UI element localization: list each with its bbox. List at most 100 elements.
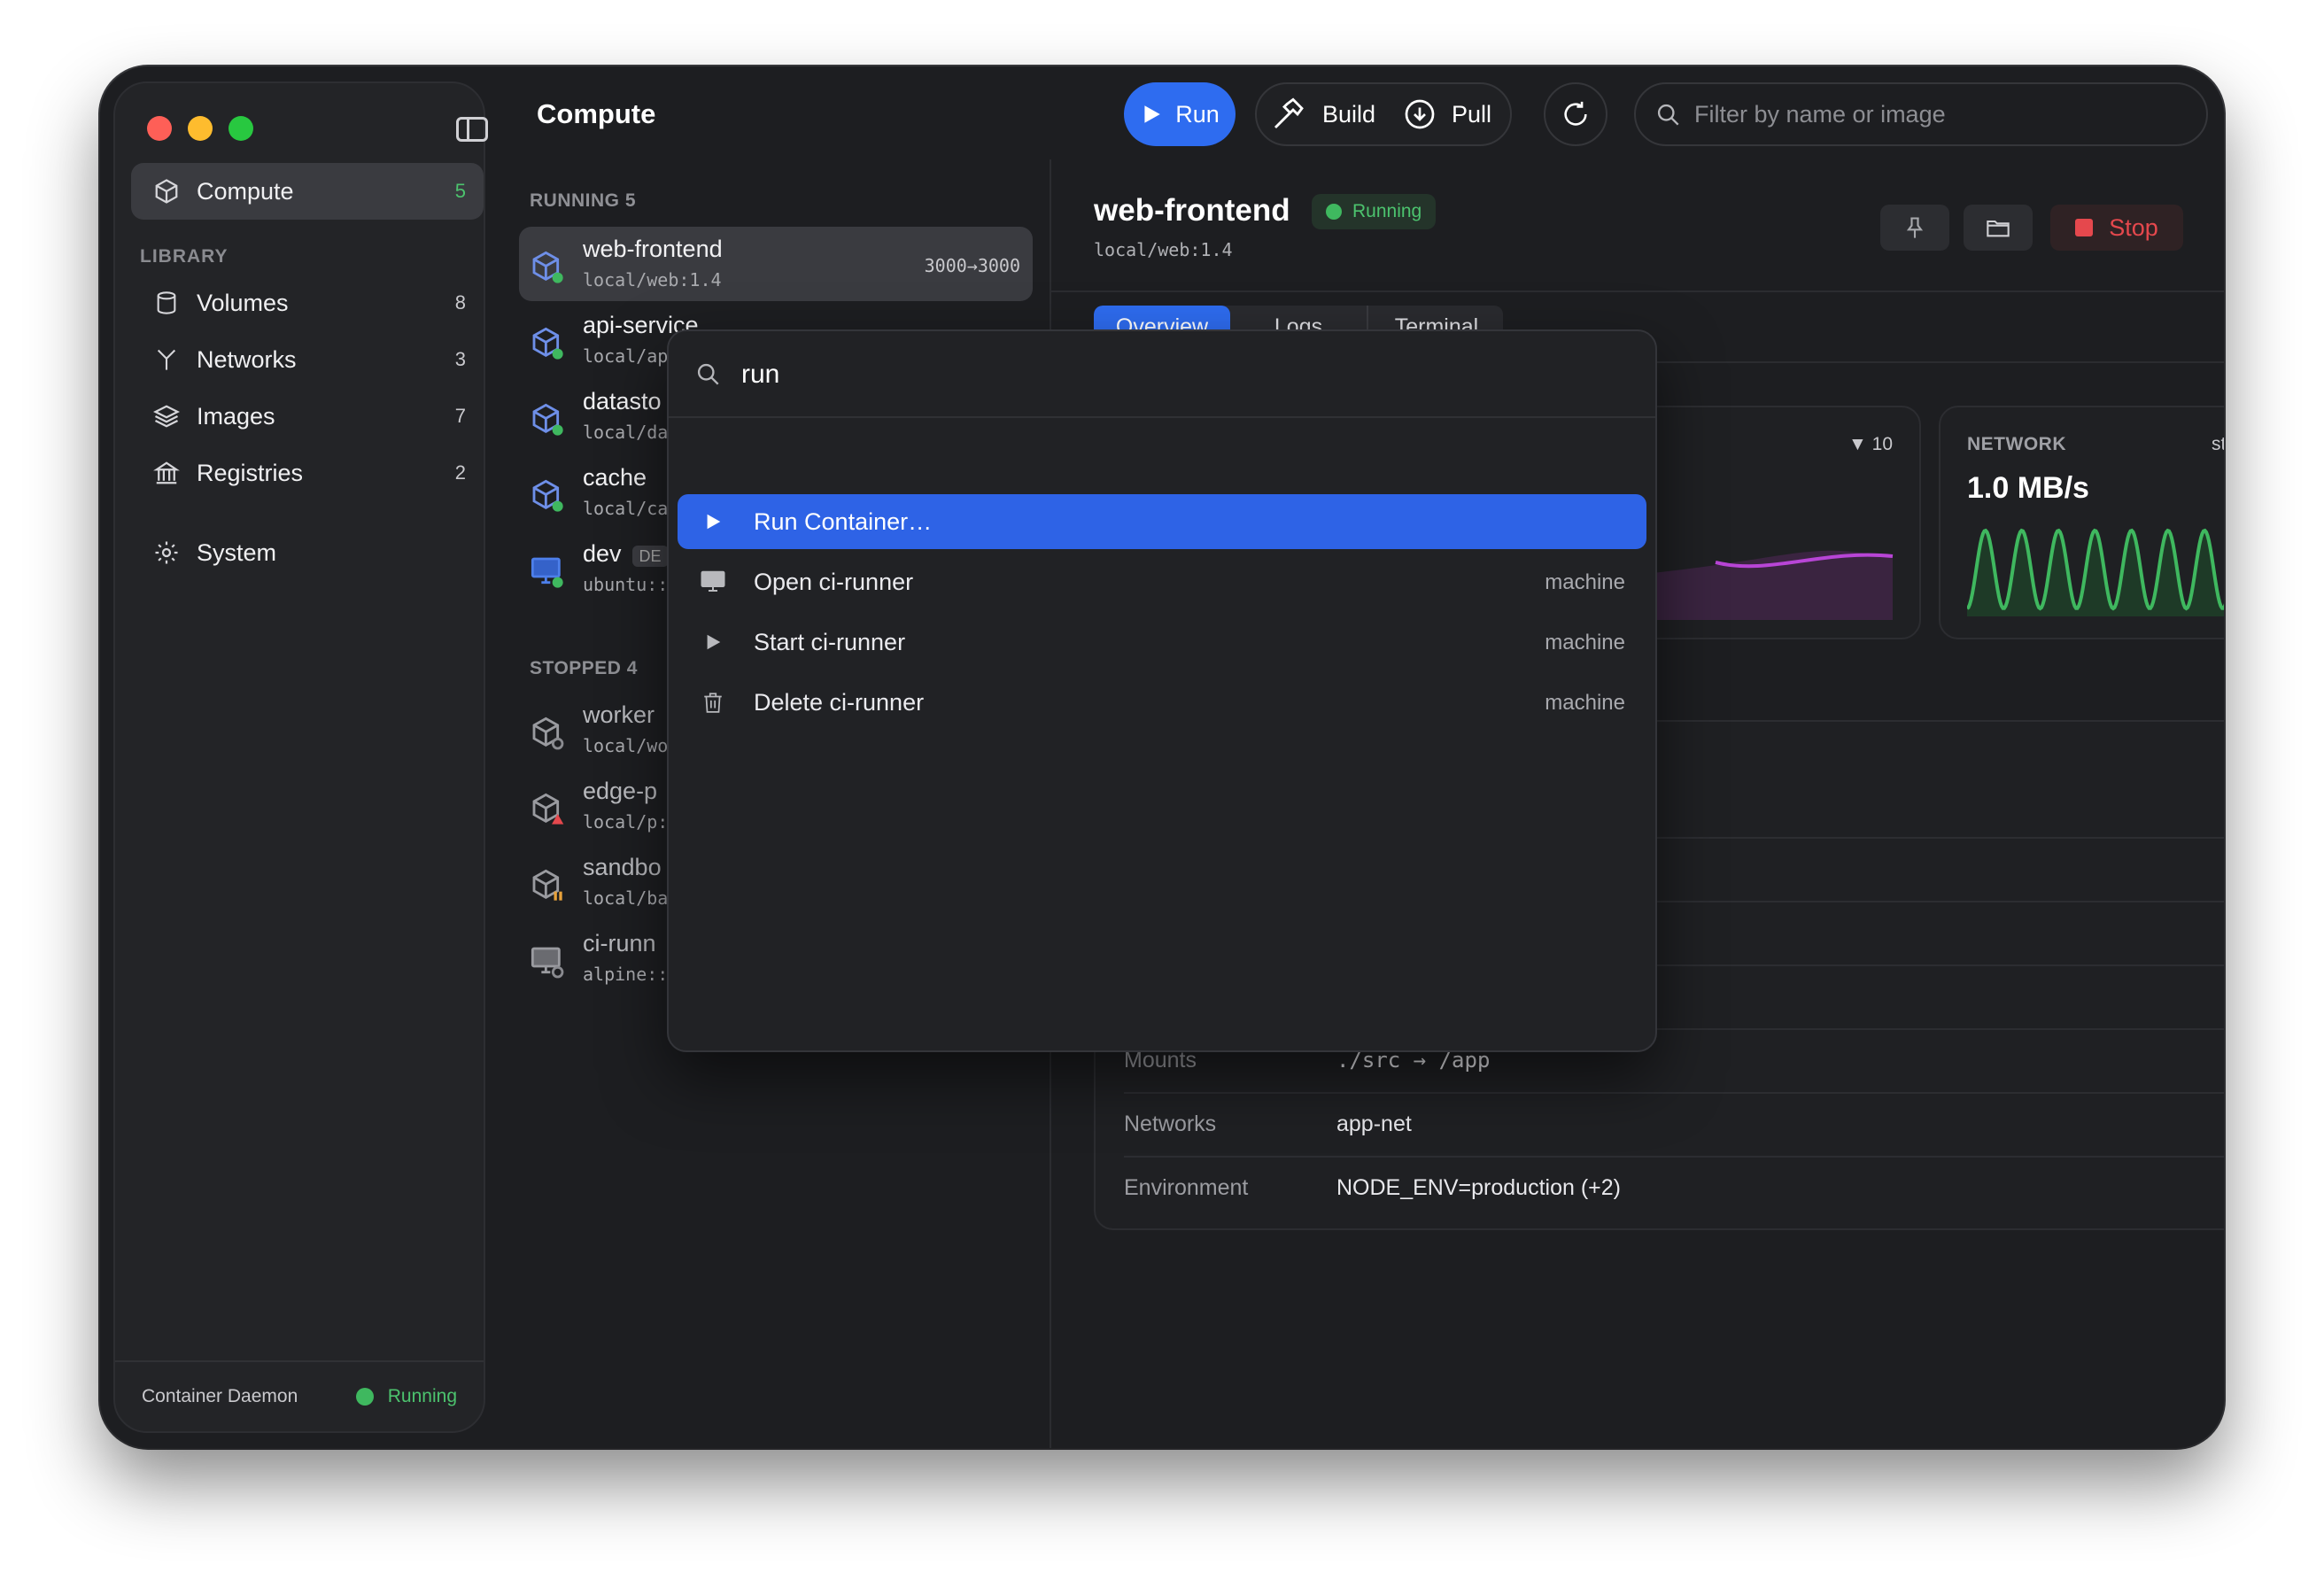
sidebar-item-registries[interactable]: Registries 2 [131,445,484,501]
daemon-status-bar: Container Daemon Running [115,1360,484,1431]
sidebar-item-count: 5 [454,180,466,202]
stopped-group-label: STOPPED 4 [530,658,638,678]
pull-button-label: Pull [1452,100,1492,128]
container-name: worker [583,701,655,728]
container-name: datasto [583,388,662,414]
zoom-window-button[interactable] [229,116,253,141]
sidebar-item-system[interactable]: System [131,524,484,581]
container-image: local/p: [583,811,669,833]
container-running-icon [532,403,563,436]
palette-search-input[interactable] [740,354,1593,395]
container-error-icon [532,793,564,825]
app-window: Compute 5 LIBRARY Volumes 8 Networks 3 I… [100,66,2224,1448]
monitor-running-icon [531,557,563,588]
container-name: edge-p [583,778,658,804]
port-mapping: 3000→3000 [924,255,1020,276]
pin-icon [1906,217,1924,238]
play-icon [699,507,727,536]
close-window-button[interactable] [147,116,172,141]
network-value: 1.0 MB/s [1967,471,2089,505]
search-icon [697,363,719,385]
sidebar-item-networks[interactable]: Networks 3 [131,331,484,388]
running-group-label: RUNNING 5 [530,190,637,211]
sidebar-item-compute[interactable]: Compute 5 [131,163,484,220]
minimize-window-button[interactable] [188,116,213,141]
open-folder-button[interactable] [1964,205,2033,251]
info-key: Networks [1124,1111,1217,1136]
run-button[interactable]: Run [1124,82,1236,146]
container-image: local/web:1.4 [583,269,722,290]
sidebar-item-label: Compute [197,177,294,205]
stop-button[interactable]: Stop [2050,205,2183,251]
container-image: local/ba [583,887,669,909]
download-circle-icon [1405,99,1435,129]
folder-icon [1987,220,2010,237]
container-image: ubuntu:: [583,574,669,595]
monitor-icon [699,568,727,596]
command-palette: Run Container… Open ci-runner machine St… [667,329,1657,1052]
container-running-icon [532,327,563,360]
palette-item-kind: machine [1545,631,1625,654]
info-row-environment: Environment NODE_ENV=production (+2) [1124,1156,2224,1220]
sidebar-item-volumes[interactable]: Volumes 8 [131,275,484,331]
trash-icon [699,688,727,716]
network-label: NETWORK [1967,434,2066,454]
detail-image: local/web:1.4 [1094,239,1233,260]
container-row-web-frontend[interactable]: web-frontend local/web:1.4 3000→3000 [519,227,1033,301]
pull-button[interactable]: Pull [1404,84,1491,144]
daemon-status: Running [387,1386,457,1406]
hammer-icon [1274,97,1304,129]
gear-icon [152,538,181,567]
container-name: dev DE [583,540,669,568]
container-image: local/ap [583,345,669,367]
stop-button-label: Stop [2109,213,2158,241]
palette-item-kind: machine [1545,570,1625,594]
build-button[interactable]: Build [1271,84,1375,144]
build-pull-group: Build Pull [1255,82,1512,146]
palette-item-kind: machine [1545,691,1625,715]
palette-item-label: Start ci-runner [754,629,906,655]
palette-item-open-ci-runner[interactable]: Open ci-runner machine [678,554,1646,609]
sidebar-item-count: 3 [454,348,466,370]
network-sparkline [1967,528,2224,616]
container-paused-icon [532,869,562,901]
info-row-networks: Networks app-net [1124,1092,2224,1158]
palette-item-start-ci-runner[interactable]: Start ci-runner machine [678,615,1646,670]
container-name: cache [583,464,647,491]
sidebar-item-count: 8 [454,291,466,314]
refresh-button[interactable] [1544,82,1607,146]
sidebar-item-label: Networks [197,345,297,373]
cube-icon [152,177,181,205]
container-image: local/ca [583,498,669,519]
container-name: ci-runn [583,930,656,957]
info-key: Environment [1124,1175,1249,1200]
status-badge: Running [1312,194,1437,229]
refresh-icon [1564,101,1587,126]
filter-search-box [1634,82,2208,146]
dev-badge: DE [631,546,669,567]
sidebar-item-label: System [197,538,277,566]
palette-item-delete-ci-runner[interactable]: Delete ci-runner machine [678,675,1646,730]
detail-title: web-frontend [1094,193,1290,228]
sidebar-item-images[interactable]: Images 7 [131,388,484,445]
info-value: NODE_ENV=production (+2) [1336,1175,1621,1200]
container-running-icon [532,251,563,283]
container-stopped-icon [532,716,564,750]
status-dot-icon [355,1388,374,1406]
build-button-label: Build [1322,100,1376,128]
monitor-stopped-icon [531,947,564,979]
container-name: sandbo [583,854,662,880]
palette-item-run-container[interactable]: Run Container… [678,494,1646,549]
sidebar-item-label: Registries [197,459,304,486]
filter-search-input[interactable] [1693,99,2192,129]
page-title: Compute [537,98,656,129]
database-icon [152,289,181,317]
metric-delta: ▼ 10 [1848,434,1893,454]
sidebar-toggle-icon[interactable] [456,117,488,142]
info-value: app-net [1336,1111,1412,1136]
detail-divider [1051,290,2224,292]
status-dot-icon [1326,204,1342,220]
pin-button[interactable] [1880,205,1949,251]
sidebar-item-count: 7 [454,405,466,427]
building-columns-icon [152,459,181,487]
